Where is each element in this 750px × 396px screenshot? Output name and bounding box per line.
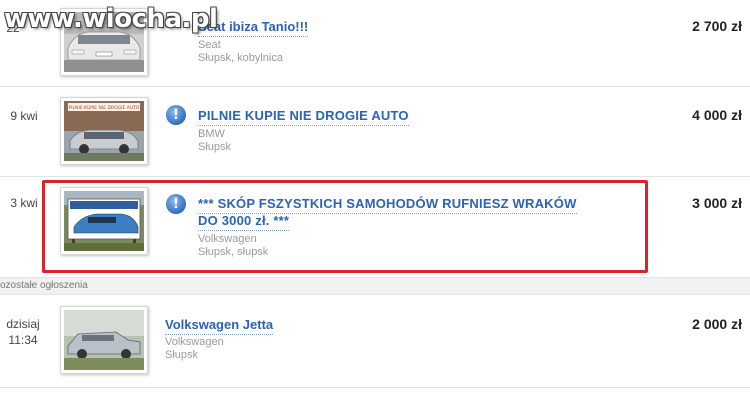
listing-date: 9 kwi: [10, 109, 38, 123]
listing-title-link[interactable]: PILNIE KUPIE NIE DROGIE AUTO: [198, 107, 409, 126]
listing-date: 3 kwi: [10, 196, 38, 210]
listing-location: Słupsk: [165, 349, 199, 361]
row-divider: [0, 387, 750, 388]
listing-price: 2 000 zł: [692, 316, 742, 332]
listing-thumbnail[interactable]: [60, 306, 148, 374]
thumb-caption: PILNIE KUPIE NIE DROGIE AUTO: [69, 105, 140, 111]
listing-price: 2 700 zł: [692, 18, 742, 34]
listing-time: 11:34: [8, 333, 38, 347]
listing-location: Słupsk, kobylnica: [198, 52, 283, 64]
listing-category: Volkswagen: [165, 336, 224, 348]
listing-row[interactable]: 9 kwi PILNIE KUPIE NIE DROGIE AUTO ! PIL…: [0, 87, 750, 175]
listing-price: 3 000 zł: [692, 195, 742, 211]
listing-title-link[interactable]: Volkswagen Jetta: [165, 316, 274, 335]
listing-category: BMW: [198, 128, 225, 140]
listing-category: Seat: [198, 39, 221, 51]
red-highlight-frame: [42, 180, 648, 273]
watermark-logo: www.wiocha.pl: [4, 4, 218, 34]
promoted-badge-icon: !: [166, 105, 186, 125]
car-photo-jetta: [64, 310, 144, 370]
car-photo-bmw: PILNIE KUPIE NIE DROGIE AUTO: [64, 101, 144, 161]
listing-thumbnail[interactable]: PILNIE KUPIE NIE DROGIE AUTO: [60, 97, 148, 165]
listing-price: 4 000 zł: [692, 107, 742, 123]
section-label: ozostałe ogłoszenia: [0, 277, 750, 295]
listing-date: dzisiaj: [6, 317, 40, 331]
listing-location: Słupsk: [198, 141, 232, 153]
listing-row[interactable]: dzisiaj 11:34 Volkswagen Jetta Volkswage…: [0, 296, 750, 386]
